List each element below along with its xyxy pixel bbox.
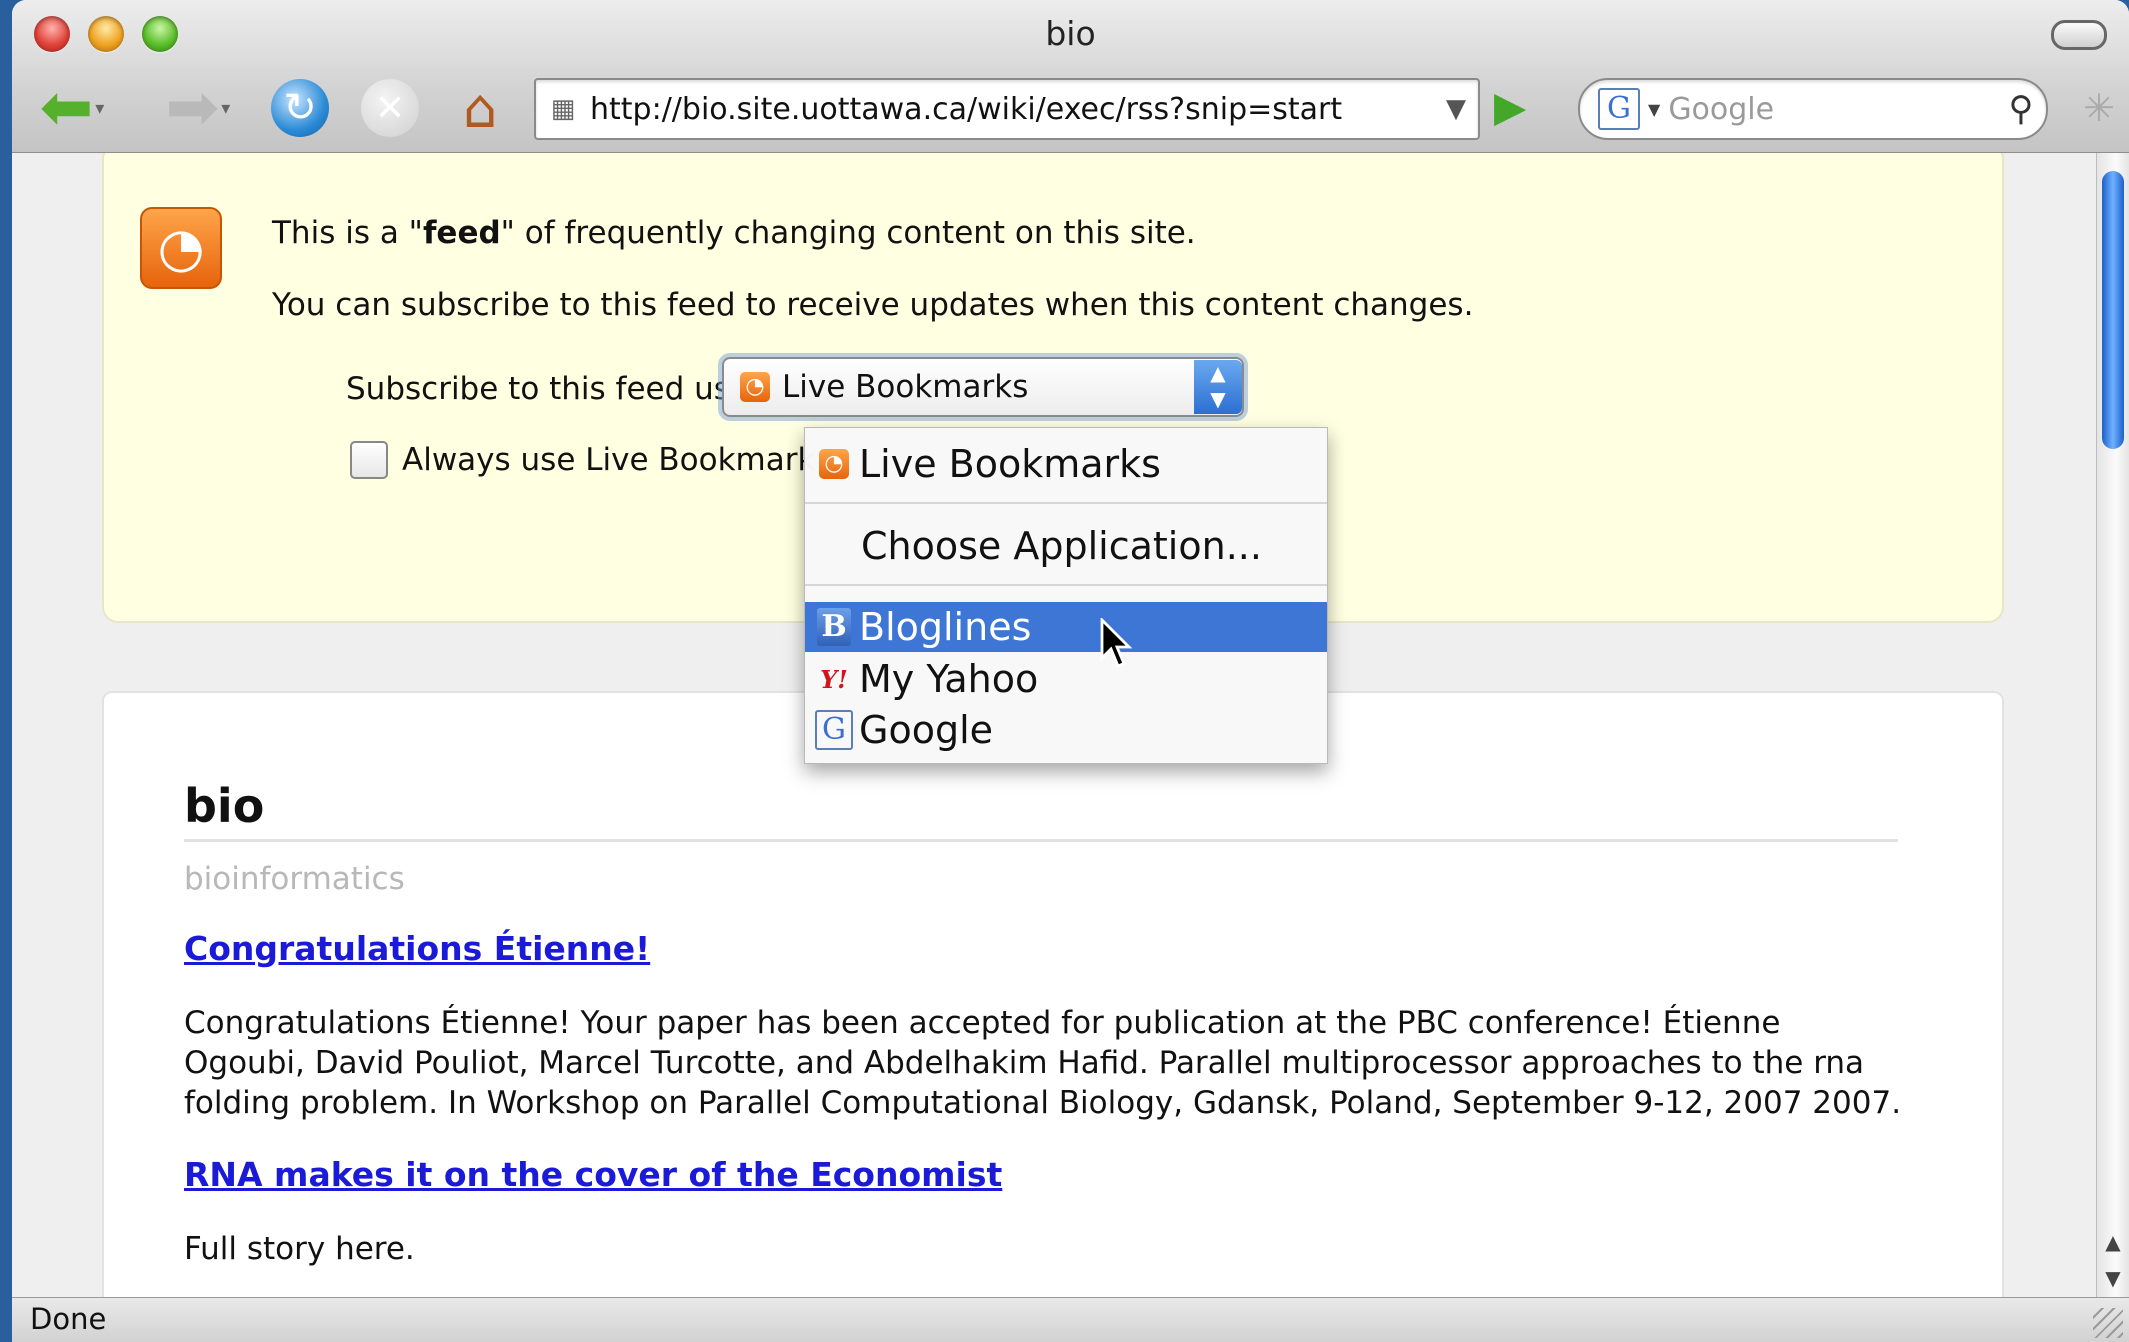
entry-body: Congratulations Étienne! Your paper has …	[184, 1005, 1902, 1121]
stop-button[interactable]: ✕	[354, 72, 426, 144]
search-box[interactable]: G ▼ Google ⚲	[1578, 78, 2048, 140]
yahoo-icon: Y!	[820, 664, 848, 694]
home-button[interactable]: ⌂	[444, 72, 516, 144]
chevron-down-icon: ▾	[221, 97, 231, 119]
rss-feed-icon: ◔	[140, 207, 222, 289]
title-divider	[184, 839, 1898, 842]
resize-grip-icon[interactable]	[2093, 1308, 2123, 1338]
google-icon: G	[815, 710, 853, 750]
page-subtitle: bioinformatics	[184, 861, 405, 897]
url-text[interactable]: http://bio.site.uottawa.ca/wiki/exec/rss…	[582, 92, 1434, 127]
entry-body: Full story here.	[184, 1231, 415, 1267]
forward-button[interactable]: ➡ ▾	[148, 72, 248, 144]
menu-item-label: Choose Application...	[861, 524, 1262, 568]
rss-icon: ◔	[740, 372, 770, 402]
status-bar: Done	[12, 1297, 2129, 1342]
address-bar[interactable]: ▦ http://bio.site.uottawa.ca/wiki/exec/r…	[534, 78, 1480, 140]
mouse-pointer-icon	[1100, 618, 1133, 668]
bloglines-icon: B	[817, 608, 851, 646]
page-title: bio	[184, 779, 265, 833]
menu-item-label: Bloglines	[859, 605, 1032, 649]
scroll-up-button[interactable]: ▲	[2097, 1225, 2129, 1259]
scrollbar-thumb[interactable]	[2102, 171, 2124, 449]
feed-description: This is a "feed" of frequently changing …	[272, 215, 1196, 251]
toolbar-area: bio ⬅ ▾ ➡ ▾ ↻ ✕ ⌂ ▦ http://bio.site.uottaw…	[12, 0, 2129, 153]
rss-icon: ◔	[819, 449, 849, 479]
subscribe-label: Subscribe to this feed using	[346, 371, 778, 407]
always-use-label: Always use Live Bookmark	[402, 442, 816, 478]
chevron-down-icon: ▾	[95, 97, 105, 119]
always-use-checkbox[interactable]	[350, 441, 388, 479]
menu-item-live-bookmarks[interactable]: ◔ Live Bookmarks	[805, 438, 1327, 490]
feed-reader-menu: ◔ Live Bookmarks Choose Application... B…	[804, 427, 1328, 764]
go-arrow-icon: ▶	[1494, 82, 1527, 131]
menu-separator	[805, 502, 1327, 504]
rss-icon-wrap: ◔	[815, 445, 853, 483]
activity-throbber-icon: ✳	[2083, 86, 2115, 130]
chevron-down-icon[interactable]: ▼	[1648, 100, 1660, 119]
status-text: Done	[30, 1302, 107, 1336]
browser-window: bio ⬅ ▾ ➡ ▾ ↻ ✕ ⌂ ▦ http://bio.site.uottaw…	[12, 0, 2129, 1342]
vertical-scrollbar[interactable]: ▲ ▼	[2096, 153, 2129, 1297]
stop-icon: ✕	[361, 79, 419, 137]
select-stepper-icon: ▲ ▼	[1194, 360, 1242, 414]
home-icon: ⌂	[462, 76, 498, 140]
history-dropdown-icon[interactable]: ▼	[1434, 94, 1478, 124]
back-button[interactable]: ⬅ ▾	[22, 72, 122, 144]
window-title: bio	[1045, 14, 1096, 53]
forward-arrow-icon: ➡	[165, 71, 220, 145]
toolbar-toggle-button[interactable]	[2051, 20, 2107, 50]
menu-item-label: Google	[859, 708, 994, 752]
menu-item-label: My Yahoo	[859, 657, 1039, 701]
search-icon[interactable]: ⚲	[1996, 89, 2046, 129]
always-use-option[interactable]: Always use Live Bookmark	[350, 441, 815, 479]
menu-separator	[805, 584, 1327, 586]
search-input[interactable]: Google	[1668, 92, 1996, 127]
google-icon-wrap: G	[815, 710, 853, 750]
bloglines-icon-wrap: B	[815, 608, 853, 646]
back-arrow-icon: ⬅	[39, 71, 94, 145]
reload-button[interactable]: ↻	[264, 72, 336, 144]
feed-instructions: You can subscribe to this feed to receiv…	[272, 287, 1474, 323]
entry-link-congratulations[interactable]: Congratulations Étienne!	[184, 929, 650, 968]
menu-item-google[interactable]: G Google	[805, 704, 1327, 756]
menu-item-bloglines[interactable]: B Bloglines	[805, 602, 1327, 652]
feed-description-pre: This is a "	[272, 215, 423, 251]
feed-content: bio bioinformatics Congratulations Étien…	[102, 691, 2004, 1297]
yahoo-icon-wrap: Y!	[815, 660, 853, 698]
menu-item-my-yahoo[interactable]: Y! My Yahoo	[805, 654, 1327, 704]
feed-description-bold: feed	[422, 215, 501, 251]
menu-item-label: Live Bookmarks	[859, 442, 1161, 486]
go-button[interactable]: ▶	[1494, 82, 1526, 131]
search-engine-icon[interactable]: G	[1598, 88, 1640, 130]
entry-link-rna-economist[interactable]: RNA makes it on the cover of the Economi…	[184, 1155, 1002, 1194]
scroll-down-button[interactable]: ▼	[2097, 1261, 2129, 1295]
feed-reader-select[interactable]: ◔ Live Bookmarks ▲ ▼	[722, 357, 1244, 417]
site-icon: ▦	[550, 94, 576, 124]
feed-reader-selected: Live Bookmarks	[782, 369, 1029, 405]
feed-description-post: " of frequently changing content on this…	[500, 215, 1196, 251]
menu-item-choose-application[interactable]: Choose Application...	[805, 520, 1327, 572]
reload-icon: ↻	[271, 79, 329, 137]
